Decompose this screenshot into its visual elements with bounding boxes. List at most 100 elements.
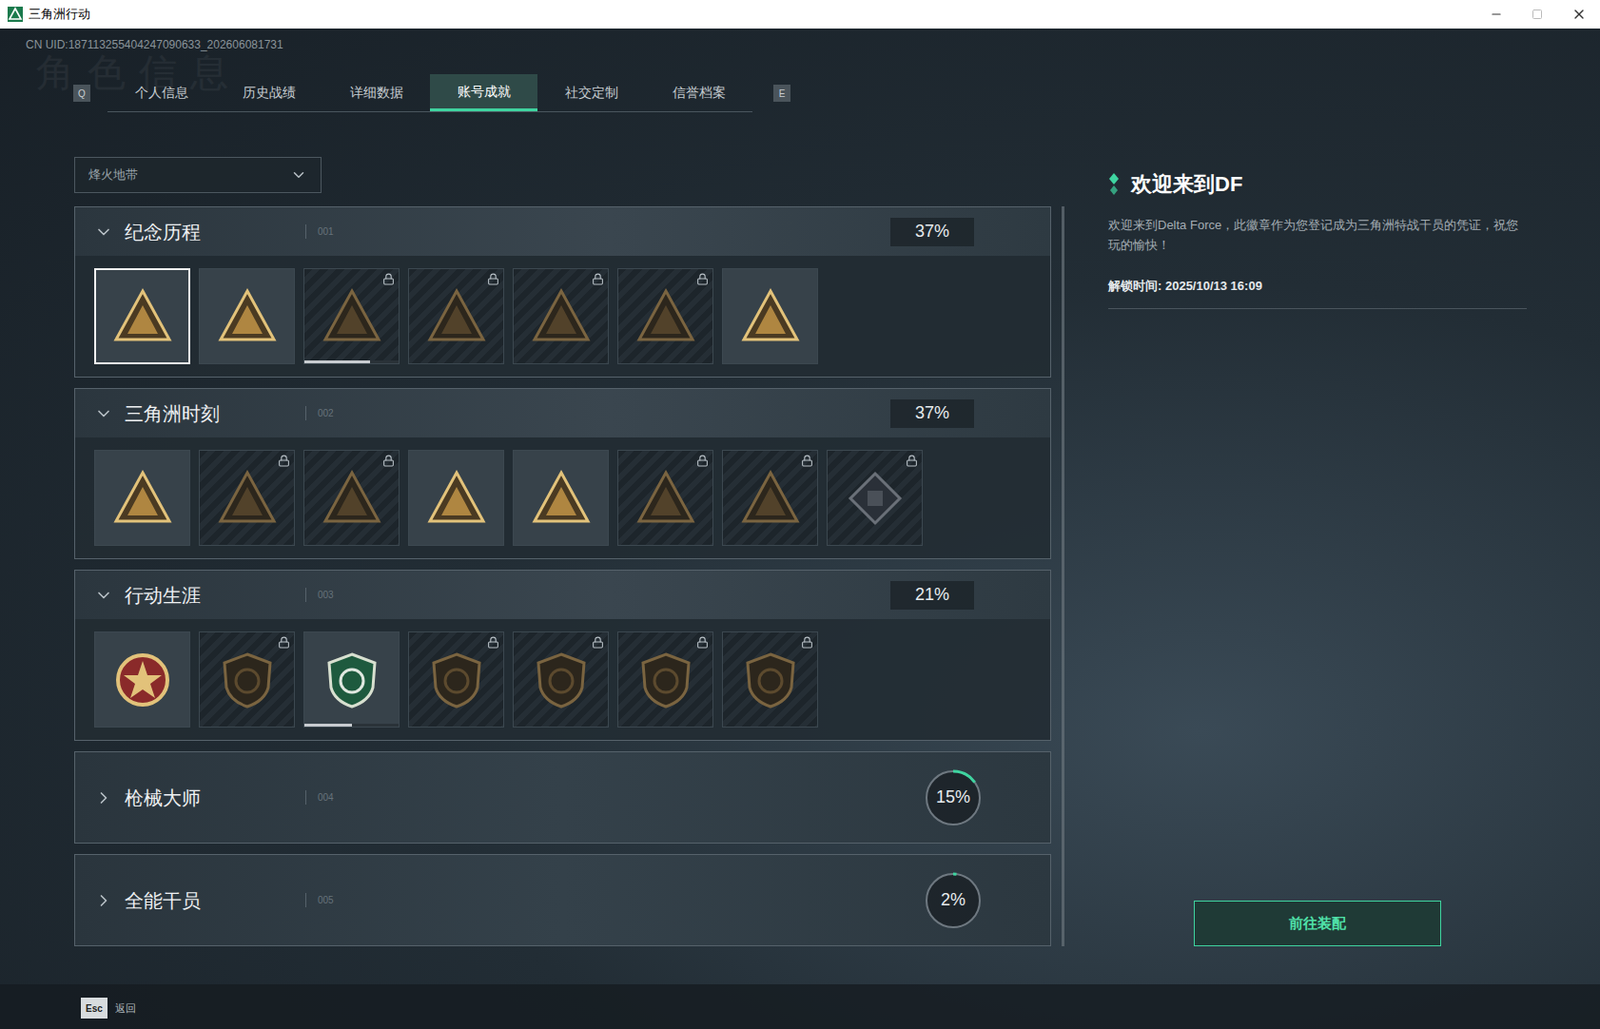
- mode-select[interactable]: 烽火地带: [74, 156, 322, 194]
- achievement-badge[interactable]: [512, 268, 609, 365]
- achievement-badge[interactable]: [303, 449, 400, 547]
- section-header[interactable]: 行动生涯003 21%: [75, 570, 1051, 620]
- lock-icon: [382, 273, 395, 286]
- achievement-badge[interactable]: [94, 631, 191, 728]
- achievement-badge[interactable]: [617, 631, 714, 728]
- achievement-section[interactable]: 全能干员0052%: [74, 854, 1052, 947]
- achievement-badge[interactable]: [721, 268, 819, 365]
- badge-row: [75, 437, 1051, 559]
- tab-bar: Q 个人信息历史战绩详细数据账号成就社交定制信誉档案 E: [73, 74, 1600, 113]
- section-title: 行动生涯: [124, 581, 306, 610]
- triangle-badge-icon: [216, 468, 278, 529]
- tab[interactable]: 账号成就: [429, 74, 538, 112]
- badge-row: [75, 619, 1051, 741]
- tab[interactable]: 个人信息: [107, 74, 215, 112]
- chevron-down-icon: [94, 222, 114, 242]
- badge-progress-track: [304, 360, 399, 364]
- achievement-badge[interactable]: [408, 268, 505, 365]
- section-header[interactable]: 纪念历程00137%: [75, 207, 1051, 256]
- content-row: 烽火地带纪念历程00137%三角洲时刻00237%行动生涯00321%枪械大师0…: [0, 156, 1600, 947]
- lock-icon: [800, 636, 814, 649]
- tab[interactable]: 信誉档案: [644, 74, 753, 112]
- achievement-badge[interactable]: [303, 631, 400, 728]
- maximize-icon[interactable]: [1531, 8, 1543, 20]
- tab[interactable]: 社交定制: [537, 74, 645, 112]
- back-label[interactable]: 返回: [115, 1000, 137, 1017]
- diamond-marker-icon: [1108, 173, 1120, 196]
- section-code: 004: [305, 790, 334, 805]
- triangle-badge-icon: [426, 286, 488, 348]
- lock-icon: [277, 454, 291, 468]
- scrollbar[interactable]: [1061, 206, 1065, 947]
- lock-icon: [800, 454, 814, 468]
- achievement-badge[interactable]: [617, 268, 714, 365]
- lock-icon: [905, 454, 918, 468]
- triangle-badge-icon: [112, 468, 174, 529]
- next-tab-key[interactable]: E: [773, 84, 791, 102]
- uid-row: CN UID:187113255404247090633_20260608173…: [0, 28, 1600, 54]
- triangle-badge-icon: [112, 286, 174, 348]
- prev-tab-key[interactable]: Q: [73, 84, 91, 102]
- progress-ring: 2%: [922, 870, 984, 932]
- chevron-down-icon: [94, 585, 114, 605]
- app-logo-icon: [7, 6, 23, 22]
- section-code: 003: [305, 587, 334, 603]
- lock-icon: [277, 636, 291, 649]
- mode-select-value: 烽火地带: [88, 165, 138, 185]
- shield-badge-icon: [216, 649, 278, 711]
- achievement-badge[interactable]: [826, 449, 923, 547]
- triangle-badge-icon: [530, 468, 592, 529]
- lock-icon: [591, 636, 605, 649]
- close-icon[interactable]: [1571, 6, 1587, 22]
- triangle-badge-icon: [635, 286, 697, 348]
- shield-badge-icon: [635, 649, 697, 711]
- triangle-badge-icon: [740, 286, 801, 348]
- badge-row: [75, 255, 1051, 377]
- achievement-badge[interactable]: [512, 449, 609, 547]
- lock-icon: [487, 273, 500, 286]
- esc-key[interactable]: Esc: [80, 997, 108, 1019]
- achievement-badge[interactable]: [408, 449, 505, 547]
- progress-ring: 15%: [922, 767, 984, 829]
- lock-icon: [382, 454, 395, 468]
- achievement-badge[interactable]: [198, 631, 295, 728]
- diamond-badge-icon: [844, 468, 906, 529]
- medal-badge-icon: [112, 649, 174, 711]
- achievement-badge[interactable]: [94, 449, 191, 547]
- triangle-badge-icon: [426, 468, 488, 529]
- section-header[interactable]: 三角洲时刻00237%: [75, 389, 1051, 438]
- achievement-section[interactable]: 枪械大师00415%: [74, 751, 1052, 844]
- section-percent: 37%: [890, 399, 975, 429]
- achievement-badge[interactable]: [408, 631, 505, 728]
- uid-text: CN UID:187113255404247090633_20260608173…: [25, 36, 284, 54]
- unlock-time-row: 解锁时间: 2025/10/13 16:09: [1108, 273, 1527, 310]
- window-title: 三角洲行动: [28, 4, 91, 24]
- achievement-badge[interactable]: [198, 449, 295, 547]
- equip-button[interactable]: 前往装配: [1193, 900, 1442, 947]
- badge-progress-fill: [304, 723, 352, 727]
- main-area: 角色信息CN UID:187113255404247090633_2026060…: [0, 28, 1600, 1029]
- tab[interactable]: 历史战绩: [214, 74, 323, 112]
- lock-icon: [696, 273, 709, 286]
- achievement-badge[interactable]: [198, 268, 295, 365]
- lock-icon: [696, 454, 709, 468]
- achievement-badge[interactable]: [617, 449, 714, 547]
- achievement-badge[interactable]: [721, 631, 819, 728]
- tab[interactable]: 详细数据: [322, 74, 430, 112]
- achievement-badge[interactable]: [94, 268, 191, 365]
- unlock-time: 解锁时间: 2025/10/13 16:09: [1108, 278, 1263, 293]
- achievement-badge[interactable]: [721, 449, 819, 547]
- triangle-badge-icon: [530, 286, 592, 348]
- achievement-badge[interactable]: [303, 268, 400, 365]
- section-percent: 15%: [936, 784, 971, 811]
- title-bar: 三角洲行动: [0, 0, 1600, 29]
- detail-panel: 欢迎来到DF欢迎来到Delta Force，此徽章作为您登记成为三角洲特战干员的…: [1108, 156, 1527, 947]
- achievement-badge[interactable]: [512, 631, 609, 728]
- achievement-column: 烽火地带纪念历程00137%三角洲时刻00237%行动生涯00321%枪械大师0…: [74, 156, 1065, 947]
- minimize-icon[interactable]: [1489, 7, 1503, 21]
- badge-progress-fill: [304, 360, 371, 364]
- triangle-badge-icon: [321, 468, 383, 529]
- triangle-badge-icon: [635, 468, 697, 529]
- section-percent: 21%: [890, 581, 975, 610]
- shield-badge-icon: [426, 649, 488, 711]
